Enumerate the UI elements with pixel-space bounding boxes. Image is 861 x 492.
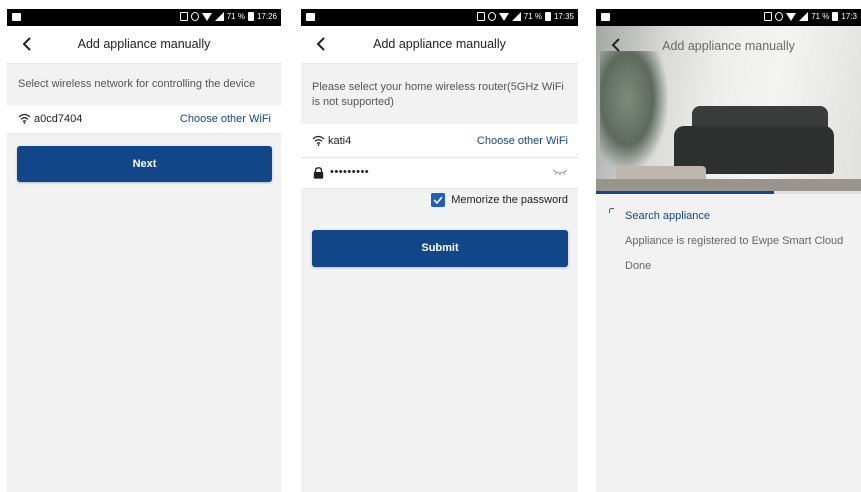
image-notification-icon <box>306 13 315 21</box>
screen-search-progress: 71 % 17:3 Add appliance manually Search … <box>596 9 861 492</box>
battery-icon <box>247 12 254 21</box>
battery-percent: 71 % <box>226 12 245 21</box>
wifi-icon <box>18 113 31 124</box>
submit-button[interactable]: Submit <box>312 230 568 267</box>
memorize-label: Memorize the password <box>451 194 568 206</box>
eye-hidden-icon[interactable] <box>552 168 568 176</box>
status-time: 17:35 <box>553 12 574 21</box>
image-notification-icon <box>12 13 21 21</box>
wifi-status-icon <box>498 12 509 21</box>
loading-spinner-icon <box>609 208 614 213</box>
next-button[interactable]: Next <box>17 146 272 182</box>
wifi-network-row[interactable]: kati4 Choose other WiFi <box>301 124 578 158</box>
status-bar: 71 % 17:26 <box>7 9 281 26</box>
alarm-icon <box>775 12 784 21</box>
battery-icon <box>832 12 839 21</box>
progress-steps: Search appliance Appliance is registered… <box>596 204 861 279</box>
battery-percent: 71 % <box>523 12 542 21</box>
page-title: Add appliance manually <box>373 37 506 51</box>
memorize-checkbox[interactable] <box>431 193 446 207</box>
status-time: 17:3 <box>841 12 857 21</box>
wifi-status-icon <box>786 12 797 21</box>
wifi-icon <box>312 135 325 146</box>
wifi-status-icon <box>201 12 212 21</box>
wifi-network-row[interactable]: a0cd7404 Choose other WiFi <box>7 105 281 134</box>
password-value: ••••••••• <box>330 166 370 178</box>
status-bar: 71 % 17:35 <box>301 9 578 26</box>
wifi-ssid: a0cd7404 <box>34 113 83 125</box>
status-bar: 71 % 17:3 <box>596 9 861 26</box>
signal-icon <box>511 12 521 21</box>
vibrate-icon <box>764 12 773 21</box>
signal-icon <box>214 12 224 21</box>
progress-fill <box>596 191 774 194</box>
page-title: Add appliance manually <box>77 37 211 51</box>
check-icon <box>433 196 443 204</box>
memorize-password-option[interactable]: Memorize the password <box>431 193 568 207</box>
vibrate-icon <box>476 12 485 21</box>
password-field[interactable]: ••••••••• <box>301 158 578 189</box>
step-search-appliance: Search appliance <box>625 210 711 222</box>
choose-other-wifi-link[interactable]: Choose other WiFi <box>477 135 568 147</box>
step-registered-cloud: Appliance is registered to Ewpe Smart Cl… <box>625 235 844 247</box>
search-progress-bar <box>596 191 861 194</box>
status-time: 17:26 <box>256 12 277 21</box>
alarm-icon <box>487 12 496 21</box>
app-bar: Add appliance manually <box>301 26 578 64</box>
screen-select-network: 71 % 17:26 Add appliance manually Select… <box>7 9 281 492</box>
living-room-banner-image: Add appliance manually <box>596 26 861 191</box>
page-title: Add appliance manually <box>662 39 795 53</box>
battery-percent: 71 % <box>811 12 830 21</box>
network-hint-text: Select wireless network for controlling … <box>18 78 256 90</box>
lock-icon <box>313 167 324 179</box>
choose-other-wifi-link[interactable]: Choose other WiFi <box>180 113 271 125</box>
image-notification-icon <box>601 13 610 21</box>
signal-icon <box>799 12 809 21</box>
router-hint-text: Please select your home wireless router(… <box>312 81 564 108</box>
vibrate-icon <box>179 12 188 21</box>
app-bar: Add appliance manually <box>7 26 281 64</box>
screen-router-password: 71 % 17:35 Add appliance manually Please… <box>301 9 578 492</box>
alarm-icon <box>190 12 199 21</box>
wifi-ssid: kati4 <box>328 135 352 147</box>
step-done: Done <box>625 260 652 272</box>
battery-icon <box>544 12 551 21</box>
